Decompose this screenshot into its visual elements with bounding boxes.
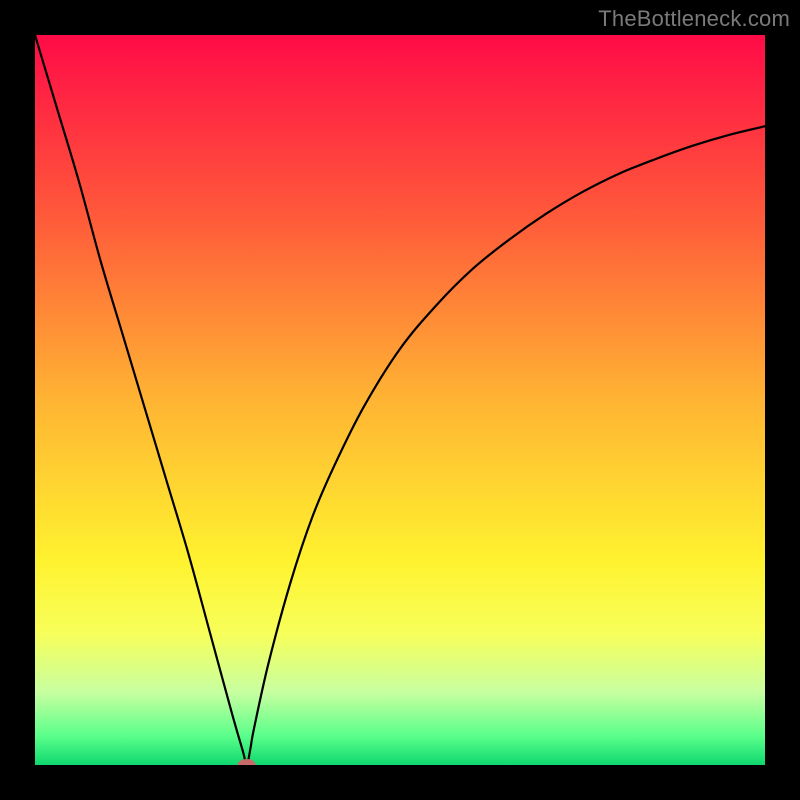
plot-area	[35, 35, 765, 765]
chart-svg	[35, 35, 765, 765]
chart-frame: TheBottleneck.com	[0, 0, 800, 800]
gradient-background	[35, 35, 765, 765]
watermark-text: TheBottleneck.com	[598, 6, 790, 32]
